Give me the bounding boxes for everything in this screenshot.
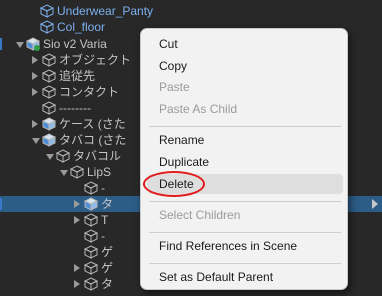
cube-outline-icon — [39, 20, 55, 34]
hierarchy-row-label: ゲ — [101, 245, 114, 259]
hierarchy-row-label: コンタクト — [59, 85, 120, 99]
menu-separator — [149, 126, 341, 127]
foldout-collapsed-icon[interactable] — [32, 72, 38, 80]
foldout-collapsed-icon[interactable] — [32, 88, 38, 96]
menu-item-cut[interactable]: Cut — [147, 34, 343, 54]
menu-item-duplicate[interactable]: Duplicate — [147, 152, 343, 172]
hierarchy-row-label: タバコ (さた — [59, 133, 127, 147]
hierarchy-row-label: 追従先 — [59, 69, 96, 83]
foldout-collapsed-icon[interactable] — [32, 56, 38, 64]
foldout-collapsed-icon[interactable] — [74, 280, 80, 288]
menu-separator — [149, 263, 341, 264]
cube-outline-icon — [83, 213, 99, 227]
foldout-collapsed-icon[interactable] — [74, 264, 80, 272]
hierarchy-row-label: LipS — [87, 165, 112, 179]
menu-separator — [149, 201, 341, 202]
hierarchy-row-label: Underwear_Panty — [57, 4, 154, 18]
hierarchy-row[interactable]: Underwear_Panty — [0, 3, 382, 19]
foldout-collapsed-icon[interactable] — [32, 120, 38, 128]
foldout-expanded-icon[interactable] — [16, 42, 24, 48]
cube-outline-icon — [83, 229, 99, 243]
hierarchy-row-label: ケース (さた — [59, 117, 126, 131]
scene-accent — [0, 38, 2, 50]
cube-outline-icon — [83, 245, 99, 259]
menu-item-rename[interactable]: Rename — [147, 130, 343, 150]
foldout-expanded-icon[interactable] — [32, 138, 40, 144]
hierarchy-row-label: オブジェクト — [59, 53, 132, 67]
cube-outline-icon — [83, 181, 99, 195]
foldout-expanded-icon[interactable] — [60, 170, 68, 176]
foldout-expanded-icon[interactable] — [46, 154, 54, 160]
foldout-collapsed-icon[interactable] — [74, 216, 80, 224]
hierarchy-row-label: ゲ — [101, 261, 114, 275]
cube-outline-icon — [41, 85, 57, 99]
menu-item-delete[interactable]: Delete — [147, 174, 343, 194]
cube-outline-icon — [55, 149, 71, 163]
cube-filled-icon — [41, 133, 57, 147]
hierarchy-row-label: T — [101, 213, 109, 227]
menu-item-find-references-in-scene[interactable]: Find References in Scene — [147, 236, 343, 256]
cube-filled-icon — [41, 117, 57, 131]
menu-item-set-as-default-parent[interactable]: Set as Default Parent — [147, 267, 343, 287]
hierarchy-row-label: - — [101, 181, 105, 195]
cube-outline-icon — [39, 4, 55, 18]
hierarchy-row-label: タ — [101, 277, 114, 291]
hierarchy-row-label: Sio v2 Varia — [43, 37, 107, 51]
selection-accent — [0, 198, 2, 210]
cube-outline-icon — [41, 53, 57, 67]
cube-outline-icon — [69, 165, 85, 179]
menu-item-paste-as-child: Paste As Child — [159, 102, 238, 116]
hierarchy-row-label: Col_floor — [57, 20, 106, 34]
hierarchy-row-label: タバコル — [73, 149, 122, 163]
cube-outline-icon — [41, 69, 57, 83]
hierarchy-row-label: - — [101, 229, 105, 243]
expand-arrow-icon[interactable] — [372, 199, 378, 209]
context-menu: Cut Copy Paste Paste As Child Rename Duplicat… — [140, 28, 348, 290]
cube-outline-icon — [41, 101, 57, 115]
hierarchy-row-label: タ — [101, 197, 114, 211]
menu-item-copy[interactable]: Copy — [147, 56, 343, 76]
menu-item-select-children: Select Children — [159, 208, 241, 222]
cube-outline-icon — [83, 261, 99, 275]
cube-filled-icon — [83, 197, 99, 211]
menu-item-paste: Paste — [159, 80, 190, 94]
hierarchy-row-label: -------- — [59, 101, 91, 115]
avatar-cube-icon — [25, 37, 41, 51]
menu-separator — [149, 232, 341, 233]
foldout-collapsed-icon[interactable] — [74, 200, 80, 208]
